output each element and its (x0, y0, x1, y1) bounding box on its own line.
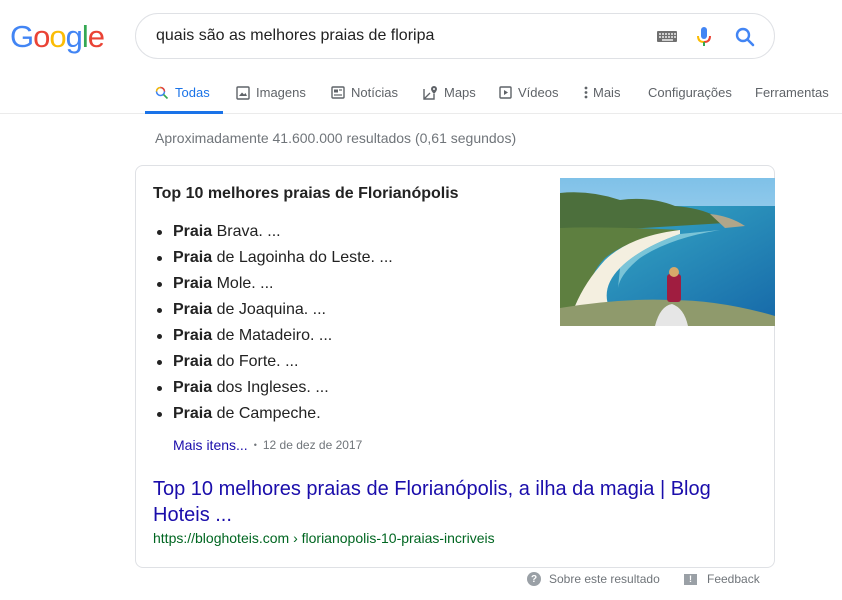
logo-letter: o (49, 19, 66, 54)
about-label: Sobre este resultado (549, 572, 660, 586)
tab-videos[interactable]: Vídeos (499, 85, 558, 100)
tab-configuracoes[interactable]: Configurações (648, 85, 732, 100)
search-input[interactable]: quais são as melhores praias de floripa (156, 27, 434, 45)
feedback-button[interactable]: ! Feedback (684, 572, 760, 586)
play-icon (499, 86, 512, 99)
search-icon (155, 86, 169, 99)
item-keyword: Praia (173, 405, 213, 422)
featured-snippet: Top 10 melhores praias de Florianópolis … (135, 165, 775, 568)
snippet-list: Praia Brava. ... Praia de Lagoinha do Les… (153, 219, 393, 427)
more-row: Mais itens... • 12 de dez de 2017 (173, 437, 362, 453)
list-item: Praia de Matadeiro. ... (153, 323, 393, 349)
list-item: Praia de Campeche. (153, 401, 393, 427)
tab-label: Maps (444, 85, 476, 100)
google-logo[interactable]: Google (10, 19, 105, 55)
list-item: Praia de Lagoinha do Leste. ... (153, 245, 393, 271)
logo-letter: g (65, 19, 83, 54)
tab-label: Todas (175, 85, 210, 100)
feedback-label: Feedback (707, 572, 760, 586)
about-result-button[interactable]: ? Sobre este resultado (527, 572, 660, 586)
item-keyword: Praia (173, 301, 213, 318)
tab-label: Notícias (351, 85, 398, 100)
more-items-link[interactable]: Mais itens... (173, 437, 248, 453)
search-box[interactable]: quais são as melhores praias de floripa (135, 13, 775, 59)
tab-label: Imagens (256, 85, 306, 100)
active-tab-indicator (145, 111, 223, 114)
tab-imagens[interactable]: Imagens (236, 85, 306, 100)
item-keyword: Praia (173, 223, 213, 240)
list-item: Praia de Joaquina. ... (153, 297, 393, 323)
list-item: Praia dos Ingleses. ... (153, 375, 393, 401)
item-text: Mole. ... (212, 275, 274, 292)
item-text: de Joaquina. ... (212, 301, 326, 318)
beach-thumbnail[interactable] (560, 178, 775, 326)
item-keyword: Praia (173, 275, 213, 292)
tab-maps[interactable]: Maps (423, 85, 476, 100)
tab-label: Mais (593, 85, 621, 100)
publish-date: 12 de dez de 2017 (262, 438, 363, 452)
item-text: de Campeche. (212, 405, 321, 422)
item-keyword: Praia (173, 249, 213, 266)
help-icon: ? (527, 572, 541, 586)
item-text: do Forte. ... (212, 353, 299, 370)
tab-noticias[interactable]: Notícias (331, 85, 398, 100)
list-item: Praia Brava. ... (153, 219, 393, 245)
separator: • (253, 440, 257, 450)
tab-mais[interactable]: Mais (583, 85, 620, 100)
microphone-icon[interactable] (696, 26, 712, 48)
result-stats: Aproximadamente 41.600.000 resultados (0… (155, 130, 517, 146)
logo-letter: G (10, 19, 34, 54)
item-keyword: Praia (173, 379, 213, 396)
more-vert-icon (584, 86, 588, 99)
logo-letter: o (33, 19, 50, 54)
map-pin-icon (423, 86, 437, 100)
keyboard-icon[interactable] (657, 31, 677, 42)
search-icon[interactable] (734, 26, 756, 48)
tab-todas[interactable]: Todas (155, 85, 210, 100)
news-icon (331, 86, 345, 99)
logo-letter: e (87, 19, 105, 54)
tab-label: Ferramentas (755, 85, 829, 100)
item-keyword: Praia (173, 327, 213, 344)
list-item: Praia Mole. ... (153, 271, 393, 297)
tab-ferramentas[interactable]: Ferramentas (755, 85, 829, 100)
tab-label: Configurações (648, 85, 732, 100)
result-url[interactable]: https://bloghoteis.com › florianopolis-1… (153, 530, 495, 546)
search-tabs: Todas Imagens Notícias Maps Vídeos Mais … (0, 72, 842, 114)
result-title-link[interactable]: Top 10 melhores praias de Florianópolis,… (153, 476, 733, 528)
item-text: de Matadeiro. ... (212, 327, 333, 344)
item-text: de Lagoinha do Leste. ... (212, 249, 393, 266)
tab-label: Vídeos (518, 85, 559, 100)
image-icon (236, 85, 250, 100)
feedback-icon: ! (684, 573, 697, 585)
snippet-title: Top 10 melhores praias de Florianópolis (153, 185, 459, 202)
item-keyword: Praia (173, 353, 213, 370)
list-item: Praia do Forte. ... (153, 349, 393, 375)
item-text: dos Ingleses. ... (212, 379, 329, 396)
item-text: Brava. ... (212, 223, 281, 240)
